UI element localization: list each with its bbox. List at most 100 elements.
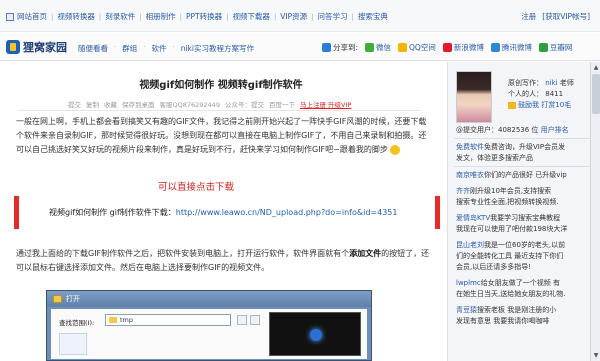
divider: | (98, 12, 102, 21)
divider: | (226, 12, 229, 21)
site-header: 狸窝家园 随便看看 · 群组 · 软件 · niki实习教程方案写作 分享到: 微信 … (0, 33, 600, 61)
header-nav-browse[interactable]: 随便看看 (78, 43, 108, 54)
back-icon (237, 315, 247, 325)
user-ranking-link[interactable]: 用户排名 (541, 126, 569, 134)
recent-places-icon (59, 333, 87, 355)
scroll-thumb[interactable] (592, 74, 600, 114)
meta-favorite[interactable]: 收藏 (104, 99, 117, 109)
divider (454, 138, 595, 139)
add-file-emphasis: 添加文件 (349, 249, 382, 258)
tip-link[interactable]: 打赏10毛 (541, 101, 571, 109)
list-item: 搜索专业性全面,把视频转换视频. (456, 198, 559, 206)
header-nav-groups[interactable]: 群组 (122, 43, 137, 54)
header-nav-tutorials[interactable]: niki实习教程方案写作 (181, 43, 254, 54)
list-item: 会员,以后还请多多指导! (456, 263, 532, 271)
list-item: 们的全能转化工具 最近支持下你们 (456, 252, 564, 260)
divider: · (143, 43, 146, 51)
meta-copy[interactable]: 复制 (86, 99, 99, 109)
share-wechat[interactable]: 微信 (365, 42, 391, 53)
register-link[interactable]: 注册 (521, 11, 536, 22)
list-item: 发文，体验更多搜索产品 (456, 154, 533, 162)
top-nav-link-burning-software[interactable]: 刻录软件 (105, 11, 135, 22)
download-link[interactable]: http://www.leawo.cn/ND_upload.php?do=inf… (176, 208, 398, 217)
top-nav-link-video-downloader[interactable]: 视频下载器 (232, 11, 270, 22)
divider (18, 110, 420, 111)
divider: | (51, 12, 54, 21)
meta-save-desktop[interactable]: 保存到桌面 (122, 99, 155, 109)
logo-text: 狸窝家园 (23, 41, 67, 54)
download-box: 视频gif如何制作 gif制作软件下载： http://www.leawo.cn… (14, 196, 440, 229)
top-nav-link-vip-resources[interactable]: VIP资源 (280, 11, 307, 22)
divider: · (172, 43, 175, 51)
douban-icon (538, 43, 548, 52)
meta-service-qq: 客服QQ876292449 (159, 101, 220, 109)
home-icon (6, 12, 14, 21)
people-count: 8411 (545, 90, 564, 98)
share-tencent-weibo[interactable]: 腾讯微博 (490, 42, 532, 53)
top-nav-links: 网站首页 | 视频转换器 | 刻录软件 | 相册制作 | PPT转换器 | 视频下载器 | … (6, 11, 388, 22)
top-nav-link-video-converter[interactable]: 视频转换器 (57, 11, 95, 22)
divider: | (139, 12, 142, 21)
divider: | (273, 12, 277, 21)
list-item: 免费软件免费咨询，升级VIP会员发 (456, 143, 566, 151)
list-item: lwplmc给女朋友做了一个视频 有 (456, 279, 560, 287)
list-item: 齐齐刚升级10年会员,支持搜索 (456, 187, 552, 195)
dialog-titlebar: 打开 (47, 291, 371, 307)
share-qzone[interactable]: QQ空间 (398, 42, 436, 53)
user-stats: @提交用户：4082536 位 用户排名 (456, 126, 569, 134)
meta-submit[interactable]: 提交 (68, 99, 81, 109)
divider: | (179, 12, 182, 21)
share-sina-weibo[interactable]: 新浪微博 (442, 42, 484, 53)
top-nav-link-qa[interactable]: 问答学习 (318, 11, 348, 22)
download-hint: 可以直接点击下载 (158, 182, 235, 193)
encourage-link[interactable]: 鼓励我 (518, 101, 539, 109)
top-nav-account: 注册 [获取VIP帐号] (515, 11, 590, 22)
article: 视频gif如何制作 视频转gif制作软件 提交 复制 收藏 保存到桌面 客服QQ… (0, 62, 442, 361)
author-name[interactable]: niki (545, 79, 557, 87)
weibo-icon (442, 43, 452, 52)
list-item: 昆山老刘我是一位60岁的老头,以前 (456, 241, 566, 249)
sidebar: 原创写作： niki 老师 个人的人： 8411 鼓励我 打赏10毛 @提交用户… (447, 62, 600, 361)
author-info: 原创写作： niki 老师 个人的人： 8411 鼓励我 打赏10毛 (508, 79, 574, 109)
article-title: 视频gif如何制作 视频转gif制作软件 (139, 80, 303, 91)
vertical-scrollbar[interactable]: ▲ ▼ (590, 62, 600, 361)
dialog-title: 打开 (66, 295, 80, 303)
download-label: 视频gif如何制作 gif制作软件下载： (49, 208, 176, 217)
register-upgrade-link[interactable]: 马上注册 升级VIP (300, 99, 351, 109)
list-item: 我现在可以使用了吧付款198块大洋 (456, 225, 568, 233)
plus-icon (322, 43, 331, 52)
share-bar: 分享到: 微信 QQ空间 新浪微博 腾讯微博 豆瓣网 (322, 42, 579, 53)
site-logo[interactable]: 狸窝家园 (6, 39, 67, 55)
scroll-up-icon[interactable]: ▲ (592, 63, 600, 72)
look-in-combo: tmp (105, 314, 231, 326)
get-vip-link[interactable]: [获取VIP帐号] (542, 11, 590, 22)
new-folder-icon (250, 315, 260, 325)
reward-icon (508, 101, 516, 109)
top-nav-link-ppt-converter[interactable]: PPT转换器 (186, 11, 222, 22)
share-douban[interactable]: 豆瓣网 (538, 42, 572, 53)
meta-official-account: 公众号：提交 (224, 101, 264, 109)
intro-paragraph: 一般在网上啊，手机上都会看到搞笑又有趣的GIF文件，我记得之前刚开始兴起了一阵快… (16, 117, 427, 155)
video-preview (269, 312, 361, 356)
article-meta: 提交 复制 收藏 保存到桌面 客服QQ876292449 公众号：提交 百度一下… (68, 99, 356, 109)
top-nav-link-search-guide[interactable]: 搜索宝典 (358, 11, 388, 22)
list-item: 爱情岛KTV我要学习搜索宝典教程 (456, 214, 561, 222)
scroll-down-icon[interactable]: ▼ (592, 351, 600, 360)
avatar[interactable] (456, 71, 492, 123)
divider: · (114, 43, 117, 51)
smile-emoji-icon (389, 144, 400, 155)
open-dialog-screenshot: 打开 查找范围(I): tmp (46, 290, 372, 361)
author-profile: 原创写作： niki 老师 个人的人： 8411 鼓励我 打赏10毛 (448, 68, 600, 130)
list-item: 在她生日当天,送给她女朋友的礼物. (456, 290, 566, 298)
list-item: 南京唯衣你们的产品很好 已升级vip (456, 171, 567, 179)
dialog-body: 查找范围(I): tmp (51, 309, 367, 359)
divider: | (351, 12, 354, 21)
header-nav-software[interactable]: 软件 (151, 43, 166, 54)
wechat-icon (365, 43, 375, 52)
divider: | (311, 12, 314, 21)
look-in-label: 查找范围(I): (59, 319, 95, 327)
top-nav-link-home[interactable]: 网站首页 (17, 11, 47, 22)
top-nav-link-album-maker[interactable]: 相册制作 (146, 11, 176, 22)
top-nav: 网站首页 | 视频转换器 | 刻录软件 | 相册制作 | PPT转换器 | 视频下载器 | … (0, 0, 600, 32)
meta-baidu[interactable]: 百度一下 (269, 99, 295, 109)
